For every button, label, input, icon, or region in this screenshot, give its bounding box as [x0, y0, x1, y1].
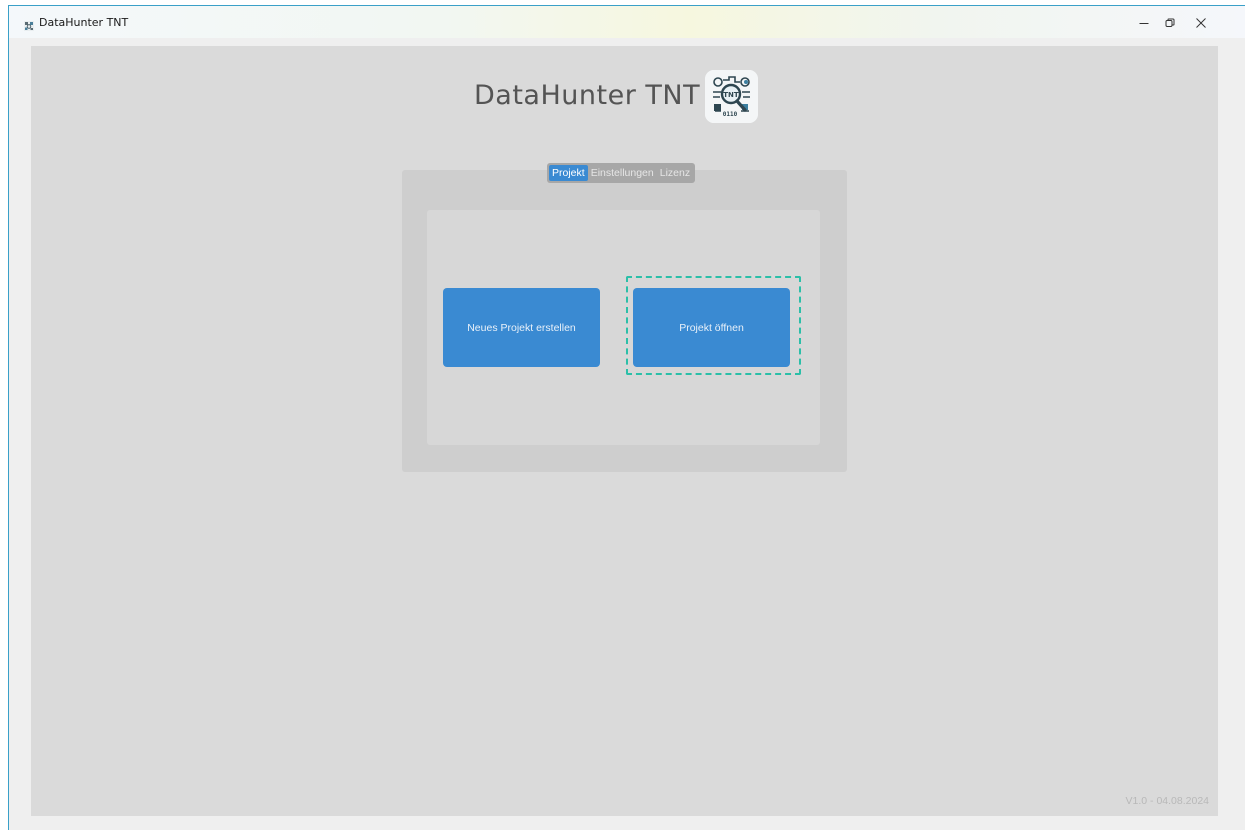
project-actions-area: Neues Projekt erstellen Projekt öffnen: [427, 210, 820, 445]
app-client-area: DataHunter TNT TNT 0110 Projekt Einstell…: [31, 46, 1218, 816]
close-icon: [1196, 18, 1206, 28]
close-button[interactable]: [1191, 14, 1211, 32]
app-header: DataHunter TNT TNT 0110: [31, 68, 1218, 124]
tab-lizenz[interactable]: Lizenz: [657, 165, 693, 181]
restore-icon: [1165, 18, 1175, 28]
svg-text:0110: 0110: [723, 111, 738, 118]
open-project-button[interactable]: Projekt öffnen: [633, 288, 790, 367]
app-window: DataHunter TNT DataHunter TNT TNT 0110 P…: [8, 5, 1245, 830]
new-project-label: Neues Projekt erstellen: [467, 321, 576, 334]
datahunter-logo-icon: TNT 0110: [705, 70, 758, 123]
tab-einstellungen[interactable]: Einstellungen: [588, 165, 657, 181]
restore-button[interactable]: [1160, 14, 1180, 32]
version-label: V1.0 - 04.08.2024: [1125, 795, 1209, 807]
app-title: DataHunter TNT: [474, 80, 701, 111]
window-title: DataHunter TNT: [39, 16, 129, 29]
tab-projekt[interactable]: Projekt: [549, 165, 588, 181]
minimize-icon: [1139, 18, 1149, 28]
app-icon: [24, 18, 34, 31]
minimize-button[interactable]: [1134, 14, 1154, 32]
title-bar[interactable]: DataHunter TNT: [9, 6, 1245, 38]
svg-text:TNT: TNT: [723, 91, 739, 99]
tab-bar: Projekt Einstellungen Lizenz: [547, 163, 696, 183]
project-panel: Projekt Einstellungen Lizenz Neues Proje…: [402, 163, 847, 472]
open-project-label: Projekt öffnen: [679, 321, 744, 334]
new-project-button[interactable]: Neues Projekt erstellen: [443, 288, 600, 367]
